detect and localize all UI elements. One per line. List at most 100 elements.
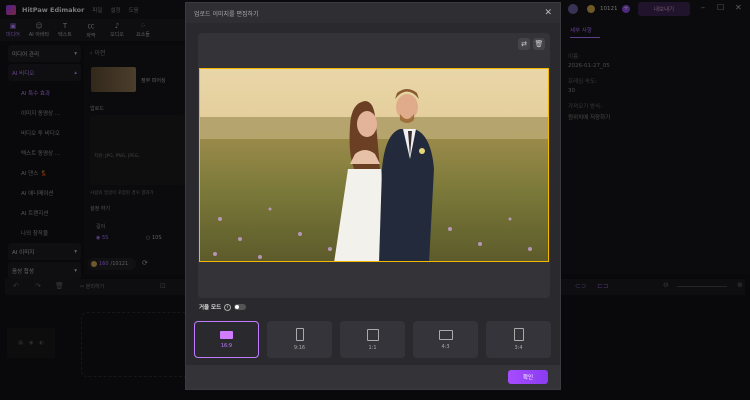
delete-icon[interactable]: 🗑 — [55, 282, 64, 290]
sidebar-item[interactable]: AI 트랜지션 — [8, 203, 81, 223]
ratio-label: 1:1 — [368, 344, 377, 351]
text-icon: T — [62, 22, 68, 30]
info-icon[interactable]: i — [224, 303, 232, 311]
coin-icon — [587, 5, 595, 13]
image-canvas: ⇄ 🗑 — [198, 33, 550, 298]
minimize-button[interactable]: – — [701, 3, 705, 12]
text-tool-icon[interactable]: ⊡ — [160, 282, 166, 290]
delete-image-icon[interactable]: 🗑 — [533, 38, 545, 50]
credits-total: /10121 — [110, 261, 129, 267]
ratio-3-4[interactable]: 3:4 — [486, 321, 551, 358]
ratio-1-1[interactable]: 1:1 — [340, 321, 405, 358]
track-audio-icon[interactable]: ◉ — [29, 340, 33, 346]
name-value: 2026-01-27_05 — [568, 63, 610, 69]
redo-icon[interactable]: ↷ — [35, 282, 41, 290]
avatar[interactable] — [568, 4, 578, 14]
tool-caption[interactable]: ㏄ 자막 — [78, 19, 104, 41]
landscape-16-9-icon — [220, 330, 233, 339]
tool-elements[interactable]: ⁘ 요소들 — [130, 19, 156, 41]
crop-frame[interactable] — [199, 68, 549, 262]
effect-panel: ‹ 이전 정부 피어싱 업로드 지원: JPG, PNG, JPEG, 사람의 … — [84, 45, 185, 275]
portrait-9-16-icon — [295, 328, 304, 341]
app-title: HitPaw Edimakor — [22, 5, 85, 14]
maximize-button[interactable]: ☐ — [717, 3, 724, 12]
mirror-mode-row: 거울 모드 i — [199, 303, 247, 311]
menu-help[interactable]: 도움 — [129, 6, 139, 14]
aspect-ratio-options: 16:9 9:16 1:1 4:3 3:4 — [194, 321, 551, 358]
sidebar-item[interactable]: 나의 창작물 — [8, 223, 81, 243]
zoom-in-icon[interactable]: ⊕ — [737, 281, 743, 289]
credits-display: 160/10121 — [88, 258, 136, 270]
close-dialog-button[interactable]: ✕ — [544, 8, 552, 18]
close-app-button[interactable]: ✕ — [735, 3, 742, 12]
add-coins-button[interactable]: + — [622, 5, 630, 13]
group-label: AI 이미지 — [12, 249, 35, 256]
export-button[interactable]: 내보내기 — [638, 2, 690, 16]
timeline-drop-zone[interactable] — [81, 312, 185, 377]
sidebar-item[interactable]: 비디오 투 비디오 — [8, 123, 81, 143]
ratio-label: 4:3 — [441, 343, 450, 350]
name-label: 이름: — [568, 54, 580, 60]
sidebar: 미디어 관리 ▾ AI 비디오 ▴ AI 특수 효과 이미지 동영상 ... 비디오… — [8, 45, 81, 279]
swap-icon[interactable]: ⇄ — [518, 38, 530, 50]
settings-label: 설정 하기 — [90, 206, 110, 212]
length-10s-radio[interactable]: ○ 10S — [146, 235, 162, 241]
tool-avatar[interactable]: ☺ AI 아바타 — [26, 19, 52, 41]
sidebar-item[interactable]: 텍스트 동영상 ... — [8, 143, 81, 163]
tab-details[interactable]: 세부 사항 — [570, 26, 600, 38]
length-5s-radio[interactable]: ◉ 5S — [96, 235, 108, 241]
track-visibility-icon[interactable]: ◐ — [39, 340, 43, 346]
edit-image-dialog: 업로드 이미지를 편집하기 ✕ ⇄ 🗑 거울 모드 i 16:9 9:16 1:… — [185, 2, 561, 390]
magnet-icon[interactable]: ⊏⊐ — [597, 282, 609, 290]
ratio-label: 9:16 — [293, 345, 306, 351]
split-button[interactable]: ✂ 분리하기 — [80, 283, 104, 290]
sidebar-item[interactable]: AI 애니메이션 — [8, 183, 81, 203]
track-lock-icon[interactable]: ▦ — [18, 340, 23, 346]
confirm-label: 확인 — [522, 375, 534, 381]
zoom-out-icon[interactable]: ⊖ — [663, 281, 669, 289]
link-icon[interactable]: ⊂⊃ — [575, 282, 587, 290]
tool-audio[interactable]: ♪ 오디오 — [104, 19, 130, 41]
sidebar-item[interactable]: 이미지 동영상 ... — [8, 103, 81, 123]
sidebar-item[interactable]: AI 특수 효과 — [8, 83, 81, 103]
ratio-label: 3:4 — [514, 345, 523, 351]
chevron-down-icon: ▾ — [74, 50, 77, 57]
export-label: 내보내기 — [653, 7, 675, 13]
tool-label: 텍스트 — [58, 32, 72, 38]
sidebar-group-tts[interactable]: 음성 합성 ▾ — [8, 262, 81, 279]
group-label: AI 비디오 — [12, 70, 35, 77]
dialog-header: 업로드 이미지를 편집하기 ✕ — [186, 3, 560, 23]
menu-settings[interactable]: 설정 — [110, 6, 120, 14]
upload-label: 업로드 — [90, 106, 104, 112]
upload-area[interactable]: 지원: JPG, PNG, JPEG, — [90, 115, 185, 185]
effect-name: 정부 피어싱 — [141, 78, 166, 84]
tool-text[interactable]: T 텍스트 — [52, 19, 78, 41]
dialog-footer: 확인 — [186, 365, 560, 389]
confirm-button[interactable]: 확인 — [508, 370, 548, 384]
ratio-9-16[interactable]: 9:16 — [267, 321, 332, 358]
mirror-mode-toggle[interactable] — [234, 304, 247, 310]
coin-icon — [91, 261, 97, 267]
dialog-title: 업로드 이미지를 편집하기 — [194, 10, 259, 18]
import-label: 가져오기 방식: — [568, 104, 602, 110]
tool-media[interactable]: ▣ 미디어 — [0, 19, 26, 41]
undo-icon[interactable]: ↶ — [13, 282, 19, 290]
landscape-4-3-icon — [438, 329, 453, 340]
sidebar-item[interactable]: AI 댄스 💃 — [8, 163, 81, 183]
wedding-photo — [200, 69, 548, 261]
menu-file[interactable]: 파일 — [92, 6, 102, 14]
sidebar-group-ai-image[interactable]: AI 이미지 ▾ — [8, 243, 81, 260]
zoom-slider[interactable] — [677, 286, 727, 287]
main-toolbar: ▣ 미디어 ☺ AI 아바타 T 텍스트 ㏄ 자막 ♪ 오디오 ⁘ 요소들 — [0, 19, 185, 41]
tool-label: 요소들 — [136, 32, 150, 38]
app-logo — [6, 4, 16, 15]
media-icon: ▣ — [9, 22, 17, 30]
ratio-4-3[interactable]: 4:3 — [413, 321, 478, 358]
sidebar-group-media[interactable]: 미디어 관리 ▾ — [8, 45, 81, 62]
ratio-16-9[interactable]: 16:9 — [194, 321, 259, 358]
hint-text: 사람의 얼굴이 포함된 경우 결과가 — [90, 191, 154, 196]
back-button[interactable]: ‹ 이전 — [90, 48, 105, 57]
refresh-icon[interactable]: ⟳ — [142, 259, 148, 267]
fps-label: 프레임 속도: — [568, 79, 597, 85]
sidebar-group-ai-video[interactable]: AI 비디오 ▴ — [8, 64, 81, 81]
